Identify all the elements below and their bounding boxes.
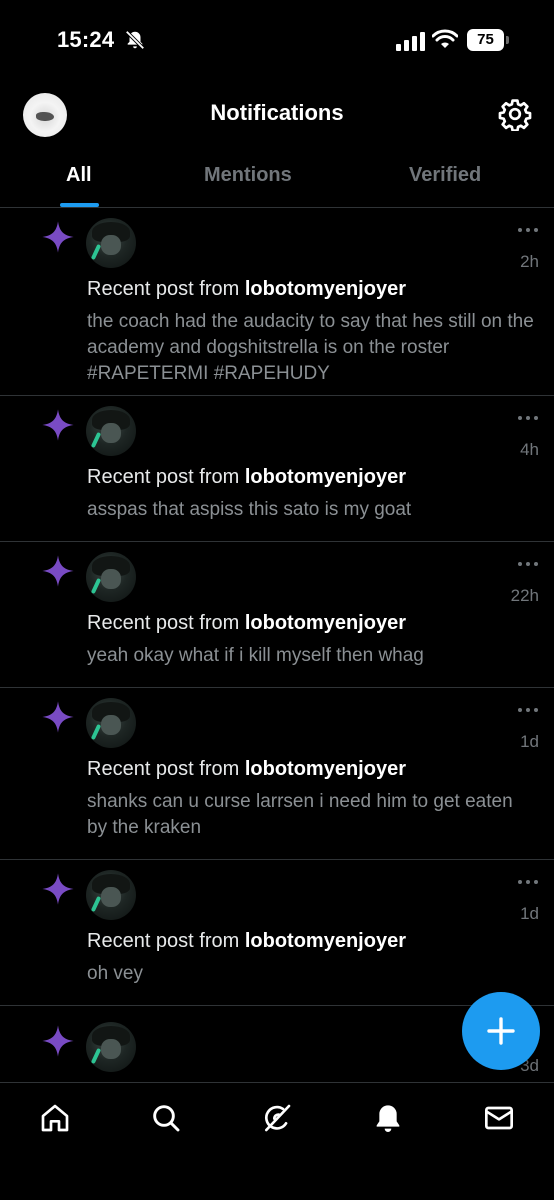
battery-level: 75	[467, 29, 504, 51]
plus-icon	[487, 1017, 515, 1045]
sparkle-icon	[42, 555, 74, 587]
avatar[interactable]	[86, 406, 136, 456]
gear-icon[interactable]	[498, 97, 532, 131]
battery-indicator: 75	[467, 29, 509, 51]
sparkle-icon	[42, 1025, 74, 1057]
bell-off-icon	[125, 30, 145, 50]
headline-prefix: Recent post from	[87, 612, 245, 634]
sparkle-icon	[42, 221, 74, 253]
post-text: asspas that aspiss this sato is my goat	[87, 499, 412, 520]
headline-prefix: Recent post from	[87, 466, 245, 488]
more-dots-icon[interactable]	[517, 706, 539, 714]
tab-active-indicator	[60, 203, 99, 207]
home-icon[interactable]	[39, 1102, 71, 1134]
post-text: oh vey	[87, 963, 143, 984]
wifi-icon	[432, 29, 458, 48]
headline-prefix: Recent post from	[87, 930, 245, 952]
post-text: the coach had the audacity to say that h…	[87, 311, 534, 384]
search-icon[interactable]	[150, 1102, 182, 1134]
notification-item[interactable]: 2h Recent post from lobotomyenjoyer the …	[0, 208, 554, 396]
notification-item[interactable]: 1d Recent post from lobotomyenjoyer oh v…	[0, 860, 554, 1006]
avatar[interactable]	[86, 552, 136, 602]
battery-cap	[506, 36, 509, 44]
notification-item[interactable]: 22h Recent post from lobotomyenjoyer yea…	[0, 542, 554, 688]
bottom-nav	[0, 1082, 554, 1200]
cellular-signal-icon	[396, 32, 425, 51]
notification-headline: Recent post from lobotomyenjoyer	[87, 466, 406, 489]
timestamp: 1d	[520, 732, 539, 751]
more-dots-icon[interactable]	[517, 414, 539, 422]
more-dots-icon[interactable]	[517, 226, 539, 234]
timestamp: 1d	[520, 904, 539, 923]
more-dots-icon[interactable]	[517, 560, 539, 568]
notification-item[interactable]: 4h Recent post from lobotomyenjoyer assp…	[0, 396, 554, 542]
post-text: yeah okay what if i kill myself then wha…	[87, 645, 424, 666]
notification-headline: Recent post from lobotomyenjoyer	[87, 278, 406, 301]
headline-prefix: Recent post from	[87, 278, 245, 300]
compose-button[interactable]	[462, 992, 540, 1070]
sparkle-icon	[42, 409, 74, 441]
username[interactable]: lobotomyenjoyer	[245, 930, 406, 952]
username[interactable]: lobotomyenjoyer	[245, 612, 406, 634]
headline-prefix: Recent post from	[87, 758, 245, 780]
timestamp: 4h	[520, 440, 539, 459]
timestamp: 22h	[510, 586, 539, 605]
username[interactable]: lobotomyenjoyer	[245, 278, 406, 300]
tab-verified[interactable]: Verified	[409, 164, 481, 187]
sparkle-icon	[42, 873, 74, 905]
username[interactable]: lobotomyenjoyer	[245, 758, 406, 780]
status-time: 15:24	[57, 27, 115, 52]
sparkle-icon	[42, 701, 74, 733]
notification-headline: Recent post from lobotomyenjoyer	[87, 930, 406, 953]
status-bar: 15:24 75	[0, 0, 554, 84]
notification-item[interactable]: 1d Recent post from lobotomyenjoyer shan…	[0, 688, 554, 860]
header: Notifications	[0, 84, 554, 146]
notification-list: 2h Recent post from lobotomyenjoyer the …	[0, 208, 554, 1084]
tab-all[interactable]: All	[66, 164, 92, 187]
post-text: shanks can u curse larrsen i need him to…	[87, 791, 513, 838]
more-dots-icon[interactable]	[517, 878, 539, 886]
username[interactable]: lobotomyenjoyer	[245, 466, 406, 488]
notification-headline: Recent post from lobotomyenjoyer	[87, 612, 406, 635]
tab-mentions[interactable]: Mentions	[204, 164, 292, 187]
avatar[interactable]	[86, 218, 136, 268]
notification-headline: Recent post from lobotomyenjoyer	[87, 758, 406, 781]
avatar[interactable]	[86, 1022, 136, 1072]
avatar[interactable]	[86, 870, 136, 920]
grok-icon[interactable]	[261, 1102, 293, 1134]
mail-icon[interactable]	[483, 1102, 515, 1134]
avatar[interactable]	[86, 698, 136, 748]
timestamp: 2h	[520, 252, 539, 271]
bell-icon[interactable]	[372, 1102, 404, 1134]
page-title: Notifications	[210, 100, 344, 125]
tab-bar: All Mentions Verified	[0, 146, 554, 208]
